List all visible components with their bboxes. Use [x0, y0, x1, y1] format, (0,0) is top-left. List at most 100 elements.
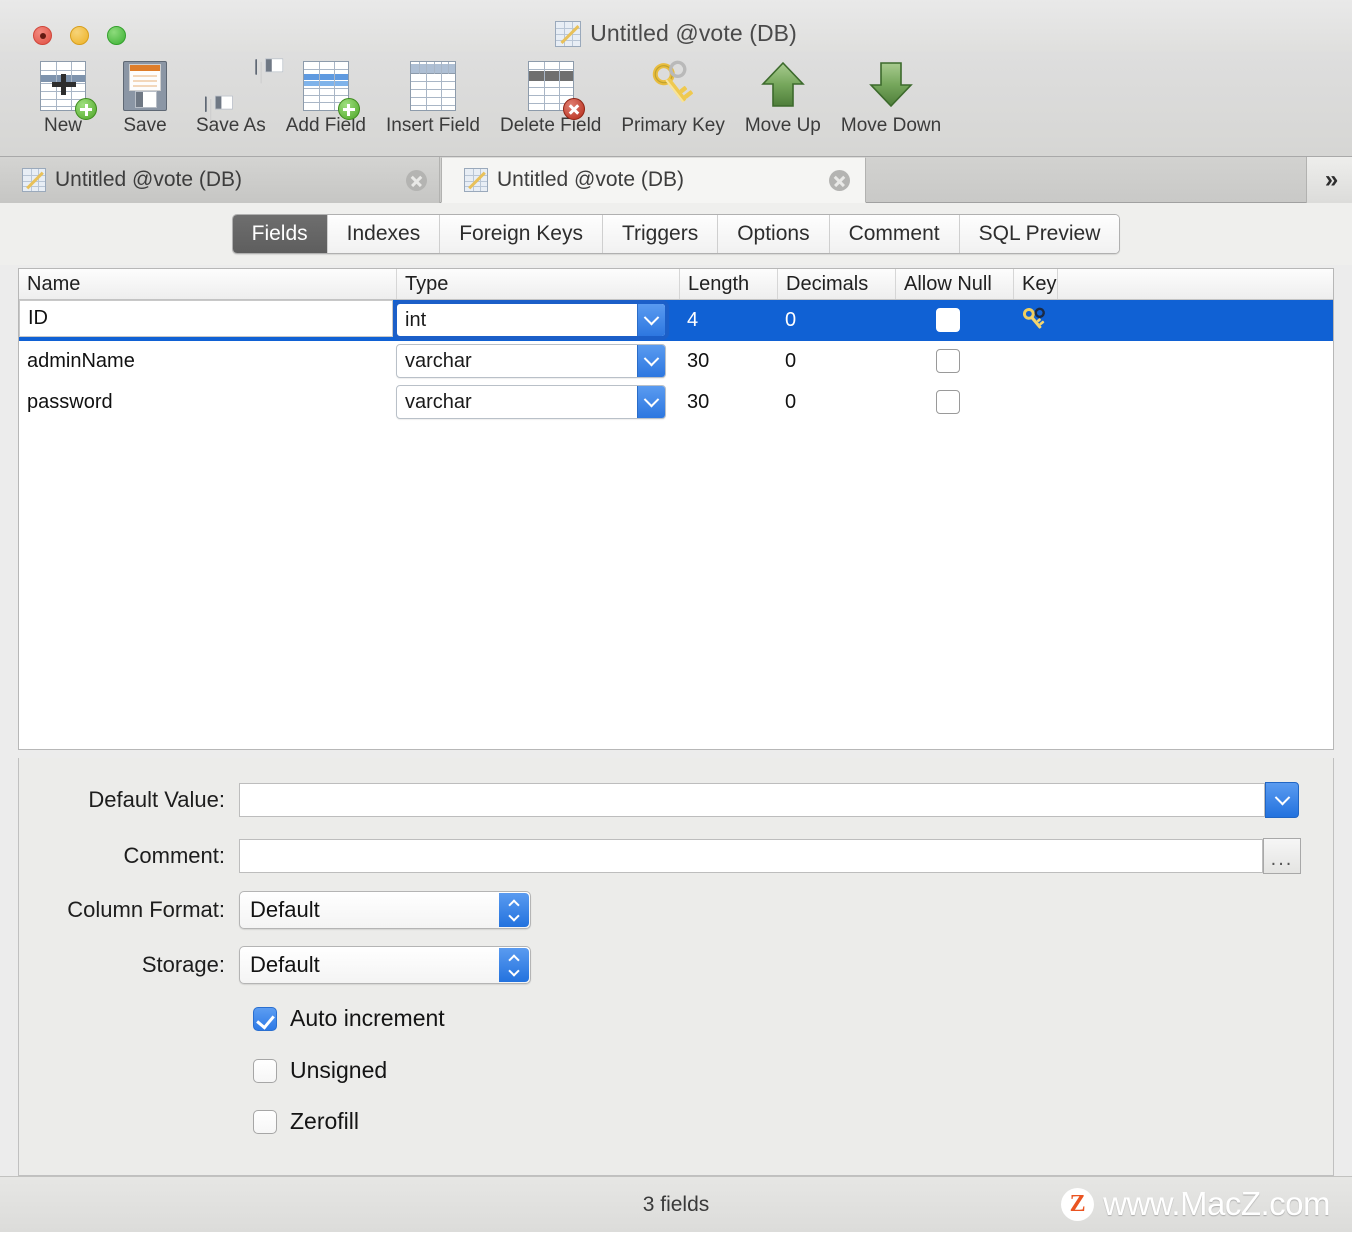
table-document-icon: [555, 20, 582, 47]
document-tab-1-label: Untitled @vote (DB): [55, 168, 243, 191]
document-tab-2-label: Untitled @vote (DB): [497, 168, 685, 191]
field-type-combobox[interactable]: varchar: [396, 344, 666, 378]
storage-value: Default: [250, 952, 320, 977]
comment-more-button[interactable]: ...: [1263, 838, 1301, 874]
arrow-up-icon-svg: [760, 61, 805, 107]
column-header-key[interactable]: Key: [1013, 269, 1057, 299]
field-name-cell[interactable]: adminName: [19, 341, 396, 382]
document-tab-2[interactable]: Untitled @vote (DB): [441, 157, 866, 203]
window-title-bar: Untitled @vote (DB): [0, 0, 1352, 58]
chevron-down-icon[interactable]: [637, 304, 665, 336]
field-decimals-cell[interactable]: 0: [777, 382, 895, 423]
storage-row: Storage: Default: [19, 946, 531, 984]
column-format-row: Column Format: Default: [19, 891, 531, 929]
auto-increment-checkbox[interactable]: [253, 1006, 277, 1031]
zerofill-row[interactable]: Zerofill: [253, 1108, 359, 1135]
field-type-value: varchar: [405, 390, 472, 413]
window-title-text: Untitled @vote (DB): [590, 20, 797, 46]
save-button-label: Save: [123, 115, 167, 136]
allow-null-checkbox[interactable]: [936, 390, 960, 414]
storage-select[interactable]: Default: [239, 946, 531, 984]
stepper-icon[interactable]: [499, 893, 529, 927]
chevron-down-icon[interactable]: [637, 386, 665, 418]
delete-field-icon: [520, 55, 585, 120]
app-window: Untitled @vote (DB) New Save Save As Add…: [0, 0, 1352, 1232]
close-tab-2-button[interactable]: [829, 170, 850, 191]
column-header-decimals[interactable]: Decimals: [777, 269, 895, 299]
tab-overflow-chevron-icon[interactable]: »: [1306, 157, 1352, 203]
save-button[interactable]: Save: [104, 52, 186, 137]
move-up-button[interactable]: Move Up: [735, 52, 831, 137]
field-type-value: int: [405, 308, 427, 331]
default-value-dropdown-chevron-icon[interactable]: [1265, 782, 1299, 818]
document-tab-1[interactable]: Untitled @vote (DB): [0, 157, 440, 203]
field-detail-panel: Default Value: Comment: ... Column Forma…: [18, 758, 1334, 1176]
field-decimals-cell[interactable]: 0: [777, 300, 895, 341]
comment-label: Comment:: [123, 843, 225, 868]
table-row[interactable]: password varchar 30 0: [19, 382, 1333, 423]
add-field-button[interactable]: Add Field: [276, 52, 376, 137]
key-icon: [642, 55, 704, 117]
tab-fields[interactable]: Fields: [232, 215, 328, 253]
field-length-cell[interactable]: 30: [679, 382, 777, 423]
field-length-cell[interactable]: 30: [679, 341, 777, 382]
watermark: Z www.MacZ.com: [1061, 1185, 1330, 1223]
chevron-down-icon[interactable]: [637, 345, 665, 377]
column-format-label: Column Format:: [67, 897, 225, 922]
close-tab-1-button[interactable]: [406, 170, 427, 191]
zerofill-checkbox[interactable]: [253, 1109, 277, 1134]
delete-field-button-label: Delete Field: [499, 115, 602, 136]
delete-field-button[interactable]: Delete Field: [490, 52, 611, 137]
fields-table-header: Name Type Length Decimals Allow Null Key: [19, 269, 1333, 300]
save-as-floppy-icon: [200, 55, 284, 122]
storage-label: Storage:: [141, 952, 225, 977]
column-header-length[interactable]: Length: [679, 269, 777, 299]
auto-increment-row[interactable]: Auto increment: [253, 1005, 445, 1032]
document-tab-bar: Untitled @vote (DB) Untitled @vote (DB) …: [0, 157, 1352, 203]
field-length-cell[interactable]: 4: [679, 300, 777, 341]
allow-null-checkbox[interactable]: [936, 308, 960, 332]
tab-triggers[interactable]: Triggers: [602, 215, 719, 253]
watermark-text: www.MacZ.com: [1103, 1185, 1330, 1222]
table-row[interactable]: ID int 4 0: [19, 300, 1333, 341]
new-button-label: New: [43, 115, 82, 136]
tab-foreign-keys[interactable]: Foreign Keys: [440, 215, 603, 253]
table-document-icon: [464, 168, 488, 192]
save-as-button[interactable]: Save As: [186, 52, 284, 137]
unsigned-row[interactable]: Unsigned: [253, 1057, 387, 1084]
tab-comment[interactable]: Comment: [829, 215, 960, 253]
table-row[interactable]: adminName varchar 30 0: [19, 341, 1333, 382]
field-name-cell[interactable]: password: [19, 382, 396, 423]
comment-input[interactable]: [239, 839, 1263, 873]
tab-options[interactable]: Options: [718, 215, 830, 253]
field-type-value: varchar: [405, 349, 472, 372]
arrow-up-icon: [752, 55, 814, 117]
insert-field-icon: [402, 55, 464, 117]
field-type-combobox[interactable]: int: [393, 300, 669, 340]
column-format-select[interactable]: Default: [239, 891, 531, 929]
column-header-name[interactable]: Name: [19, 269, 396, 299]
editor-tabs-container: Fields Indexes Foreign Keys Triggers Opt…: [0, 203, 1352, 265]
column-header-allow-null[interactable]: Allow Null: [895, 269, 1013, 299]
editor-tabs: Fields Indexes Foreign Keys Triggers Opt…: [231, 214, 1121, 254]
unsigned-checkbox[interactable]: [253, 1058, 277, 1083]
column-header-type[interactable]: Type: [396, 269, 679, 299]
comment-row: Comment: ...: [19, 838, 1301, 874]
tab-indexes[interactable]: Indexes: [327, 215, 441, 253]
unsigned-label: Unsigned: [290, 1057, 388, 1083]
insert-field-button[interactable]: Insert Field: [376, 52, 490, 137]
default-value-label: Default Value:: [88, 787, 225, 812]
field-name-input[interactable]: ID: [19, 300, 393, 337]
tab-sql-preview[interactable]: SQL Preview: [959, 215, 1120, 253]
field-type-combobox[interactable]: varchar: [396, 385, 666, 419]
fields-table: Name Type Length Decimals Allow Null Key…: [18, 268, 1334, 750]
move-down-button[interactable]: Move Down: [831, 52, 951, 137]
primary-key-button-label: Primary Key: [621, 115, 725, 136]
allow-null-checkbox[interactable]: [936, 349, 960, 373]
default-value-input[interactable]: [239, 783, 1265, 817]
window-title-group: Untitled @vote (DB): [0, 20, 1352, 47]
field-decimals-cell[interactable]: 0: [777, 341, 895, 382]
stepper-icon[interactable]: [499, 948, 529, 982]
new-button[interactable]: New: [22, 52, 104, 137]
primary-key-button[interactable]: Primary Key: [611, 52, 734, 137]
